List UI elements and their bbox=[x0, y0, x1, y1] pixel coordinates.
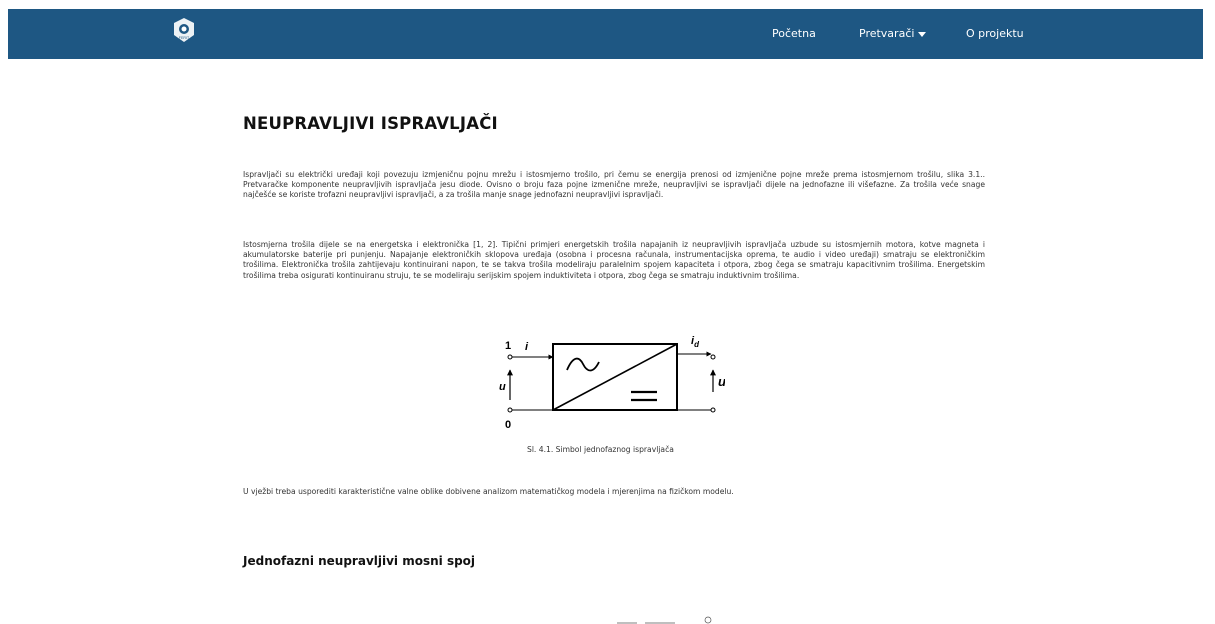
top-navbar: FERIT Početna Pretvarači O projektu bbox=[8, 9, 1203, 59]
rectifier-symbol-figure: 1 0 i u id ud bbox=[499, 335, 725, 431]
caret-down-icon bbox=[918, 31, 927, 37]
current-in-label: i bbox=[525, 341, 529, 353]
current-out-label: id bbox=[691, 335, 700, 349]
nav-home-link[interactable]: Početna bbox=[772, 9, 816, 59]
node-1-label: 1 bbox=[505, 340, 511, 352]
bridge-figure-partial bbox=[617, 616, 712, 624]
nav-converters-label: Pretvarači bbox=[859, 27, 915, 40]
voltage-out-label: ud bbox=[718, 374, 725, 391]
page-title: NEUPRAVLJIVI ISPRAVLJAČI bbox=[243, 114, 498, 133]
voltage-out-symbol: u bbox=[718, 374, 725, 389]
nav-about-link[interactable]: O projektu bbox=[966, 9, 1024, 59]
section-title: Jednofazni neupravljivi mosni spoj bbox=[243, 554, 476, 568]
exercise-paragraph: U vježbi treba usporediti karakterističn… bbox=[243, 487, 734, 496]
loads-paragraph: Istosmjerna trošila dijele se na energet… bbox=[243, 240, 985, 280]
ferit-logo[interactable]: FERIT bbox=[172, 17, 196, 49]
figure-caption: Sl. 4.1. Simbol jednofaznog ispravljača bbox=[527, 445, 674, 454]
node-0-label: 0 bbox=[505, 419, 511, 431]
current-out-subscript: d bbox=[694, 340, 700, 349]
nav-converters-dropdown[interactable]: Pretvarači bbox=[859, 9, 927, 59]
logo-text: FERIT bbox=[179, 36, 190, 40]
intro-paragraph: Ispravljači su električki uređaji koji p… bbox=[243, 170, 985, 200]
voltage-in-label: u bbox=[499, 381, 506, 393]
